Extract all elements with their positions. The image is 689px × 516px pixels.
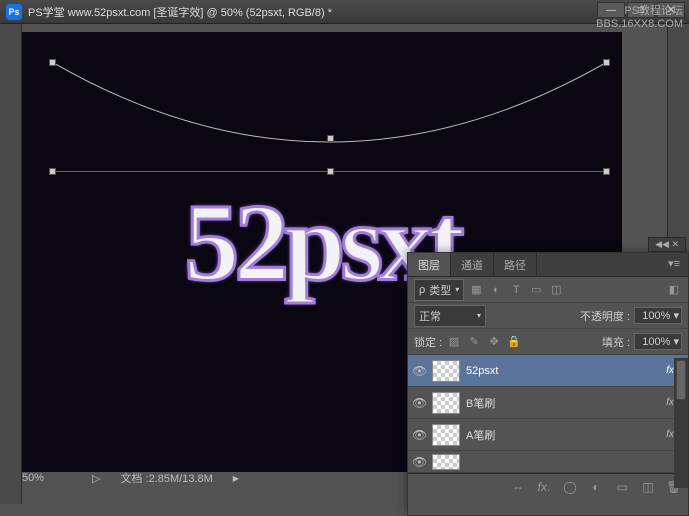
titlebar: Ps PS学堂 www.52psxt.com [圣诞字效] @ 50% (52p…: [0, 0, 689, 24]
app-icon: Ps: [6, 4, 22, 20]
layer-name: B笔刷: [466, 395, 660, 411]
fx-badge[interactable]: fx: [666, 365, 674, 376]
tab-channels[interactable]: 通道: [451, 253, 494, 276]
filter-row: ρ 类型 ▾ ▦ ◐ T ▭ ◫ ◧: [408, 277, 688, 303]
transform-handle-br[interactable]: [603, 168, 610, 175]
group-icon[interactable]: ▭: [614, 479, 630, 495]
doc-info-arrow-icon[interactable]: ▶: [233, 474, 239, 483]
lock-paint-icon[interactable]: ✎: [466, 334, 482, 350]
zoom-value[interactable]: 50%: [22, 472, 72, 484]
layer-thumbnail[interactable]: [432, 424, 460, 446]
opacity-label: 不透明度 :: [580, 308, 630, 324]
filter-pixel-icon[interactable]: ▦: [468, 282, 484, 298]
layer-scrollbar[interactable]: [674, 358, 688, 488]
filter-shape-icon[interactable]: ▭: [528, 282, 544, 298]
minimize-button[interactable]: —: [597, 2, 625, 18]
close-button[interactable]: ✕: [657, 2, 685, 18]
panel-footer: ⇔ fx. ◯ ◐ ▭ ◫ 🗑: [408, 473, 688, 499]
transform-handle-tl[interactable]: [49, 59, 56, 66]
layer-row-extra[interactable]: 👁: [408, 451, 688, 473]
visibility-icon[interactable]: 👁: [412, 455, 426, 469]
layer-thumbnail[interactable]: [432, 454, 460, 470]
transform-handle-bm[interactable]: [327, 168, 334, 175]
doc-info: 文档 :2.85M/13.8M: [120, 470, 212, 486]
left-rail: [0, 24, 22, 504]
maximize-button[interactable]: □: [627, 2, 655, 18]
transform-handle-tm[interactable]: [327, 135, 334, 142]
layer-list: 👁 52psxt fx ▾ 👁 B笔刷 fx ▾ 👁 A笔刷 fx ▾ 👁: [408, 355, 688, 473]
adjustment-layer-icon[interactable]: ◐: [588, 479, 604, 495]
filter-smart-icon[interactable]: ◫: [548, 282, 564, 298]
preview-icon[interactable]: ▷: [92, 472, 100, 485]
layer-kind-dropdown[interactable]: ρ 类型 ▾: [414, 279, 464, 301]
new-layer-icon[interactable]: ◫: [640, 479, 656, 495]
panel-tabs: 图层 通道 路径 ▾≡: [408, 253, 688, 277]
filter-toggle[interactable]: ◧: [666, 282, 682, 298]
scroll-thumb[interactable]: [676, 360, 686, 400]
layer-name: 52psxt: [466, 365, 660, 377]
tab-layers[interactable]: 图层: [408, 253, 451, 276]
panel-collapse-button[interactable]: ◀◀ ✕: [648, 237, 686, 252]
lock-label: 锁定 :: [414, 334, 442, 350]
filter-type-icon[interactable]: T: [508, 282, 524, 298]
layer-row-52psxt[interactable]: 👁 52psxt fx ▾: [408, 355, 688, 387]
fill-label: 填充 :: [602, 334, 630, 350]
visibility-icon[interactable]: 👁: [412, 428, 426, 442]
warp-transform-box[interactable]: [52, 62, 607, 172]
visibility-icon[interactable]: 👁: [412, 364, 426, 378]
lock-position-icon[interactable]: ✥: [486, 334, 502, 350]
layer-mask-icon[interactable]: ◯: [562, 479, 578, 495]
document-title: PS学堂 www.52psxt.com [圣诞字效] @ 50% (52psxt…: [28, 4, 332, 20]
link-layers-icon[interactable]: ⇔: [510, 479, 526, 495]
layer-thumbnail[interactable]: [432, 392, 460, 414]
fx-badge[interactable]: fx: [666, 429, 674, 440]
right-rail: [667, 24, 689, 252]
window-controls: — □ ✕: [597, 2, 685, 18]
warp-curve: [52, 62, 607, 172]
layer-style-icon[interactable]: fx.: [536, 479, 552, 495]
layer-name: A笔刷: [466, 427, 660, 443]
layer-row-b-brush[interactable]: 👁 B笔刷 fx ▾: [408, 387, 688, 419]
statusbar: 50% ▷ 文档 :2.85M/13.8M ▶: [22, 468, 239, 488]
lock-transparent-icon[interactable]: ▨: [446, 334, 462, 350]
opacity-input[interactable]: 100% ▾: [634, 307, 682, 324]
panel-menu-button[interactable]: ▾≡: [660, 253, 688, 276]
fill-input[interactable]: 100% ▾: [634, 333, 682, 350]
blend-row: 正常▾ 不透明度 : 100% ▾: [408, 303, 688, 329]
layers-panel: ◀◀ ✕ 图层 通道 路径 ▾≡ ρ 类型 ▾ ▦ ◐ T ▭ ◫ ◧ 正常▾ …: [407, 252, 689, 516]
lock-row: 锁定 : ▨ ✎ ✥ 🔒 填充 : 100% ▾: [408, 329, 688, 355]
visibility-icon[interactable]: 👁: [412, 396, 426, 410]
blend-mode-dropdown[interactable]: 正常▾: [414, 305, 486, 327]
layer-row-a-brush[interactable]: 👁 A笔刷 fx ▾: [408, 419, 688, 451]
tab-paths[interactable]: 路径: [494, 253, 537, 276]
transform-handle-tr[interactable]: [603, 59, 610, 66]
transform-handle-bl[interactable]: [49, 168, 56, 175]
fx-badge[interactable]: fx: [666, 397, 674, 408]
filter-adjust-icon[interactable]: ◐: [488, 282, 504, 298]
lock-all-icon[interactable]: 🔒: [506, 334, 522, 350]
layer-thumbnail[interactable]: [432, 360, 460, 382]
